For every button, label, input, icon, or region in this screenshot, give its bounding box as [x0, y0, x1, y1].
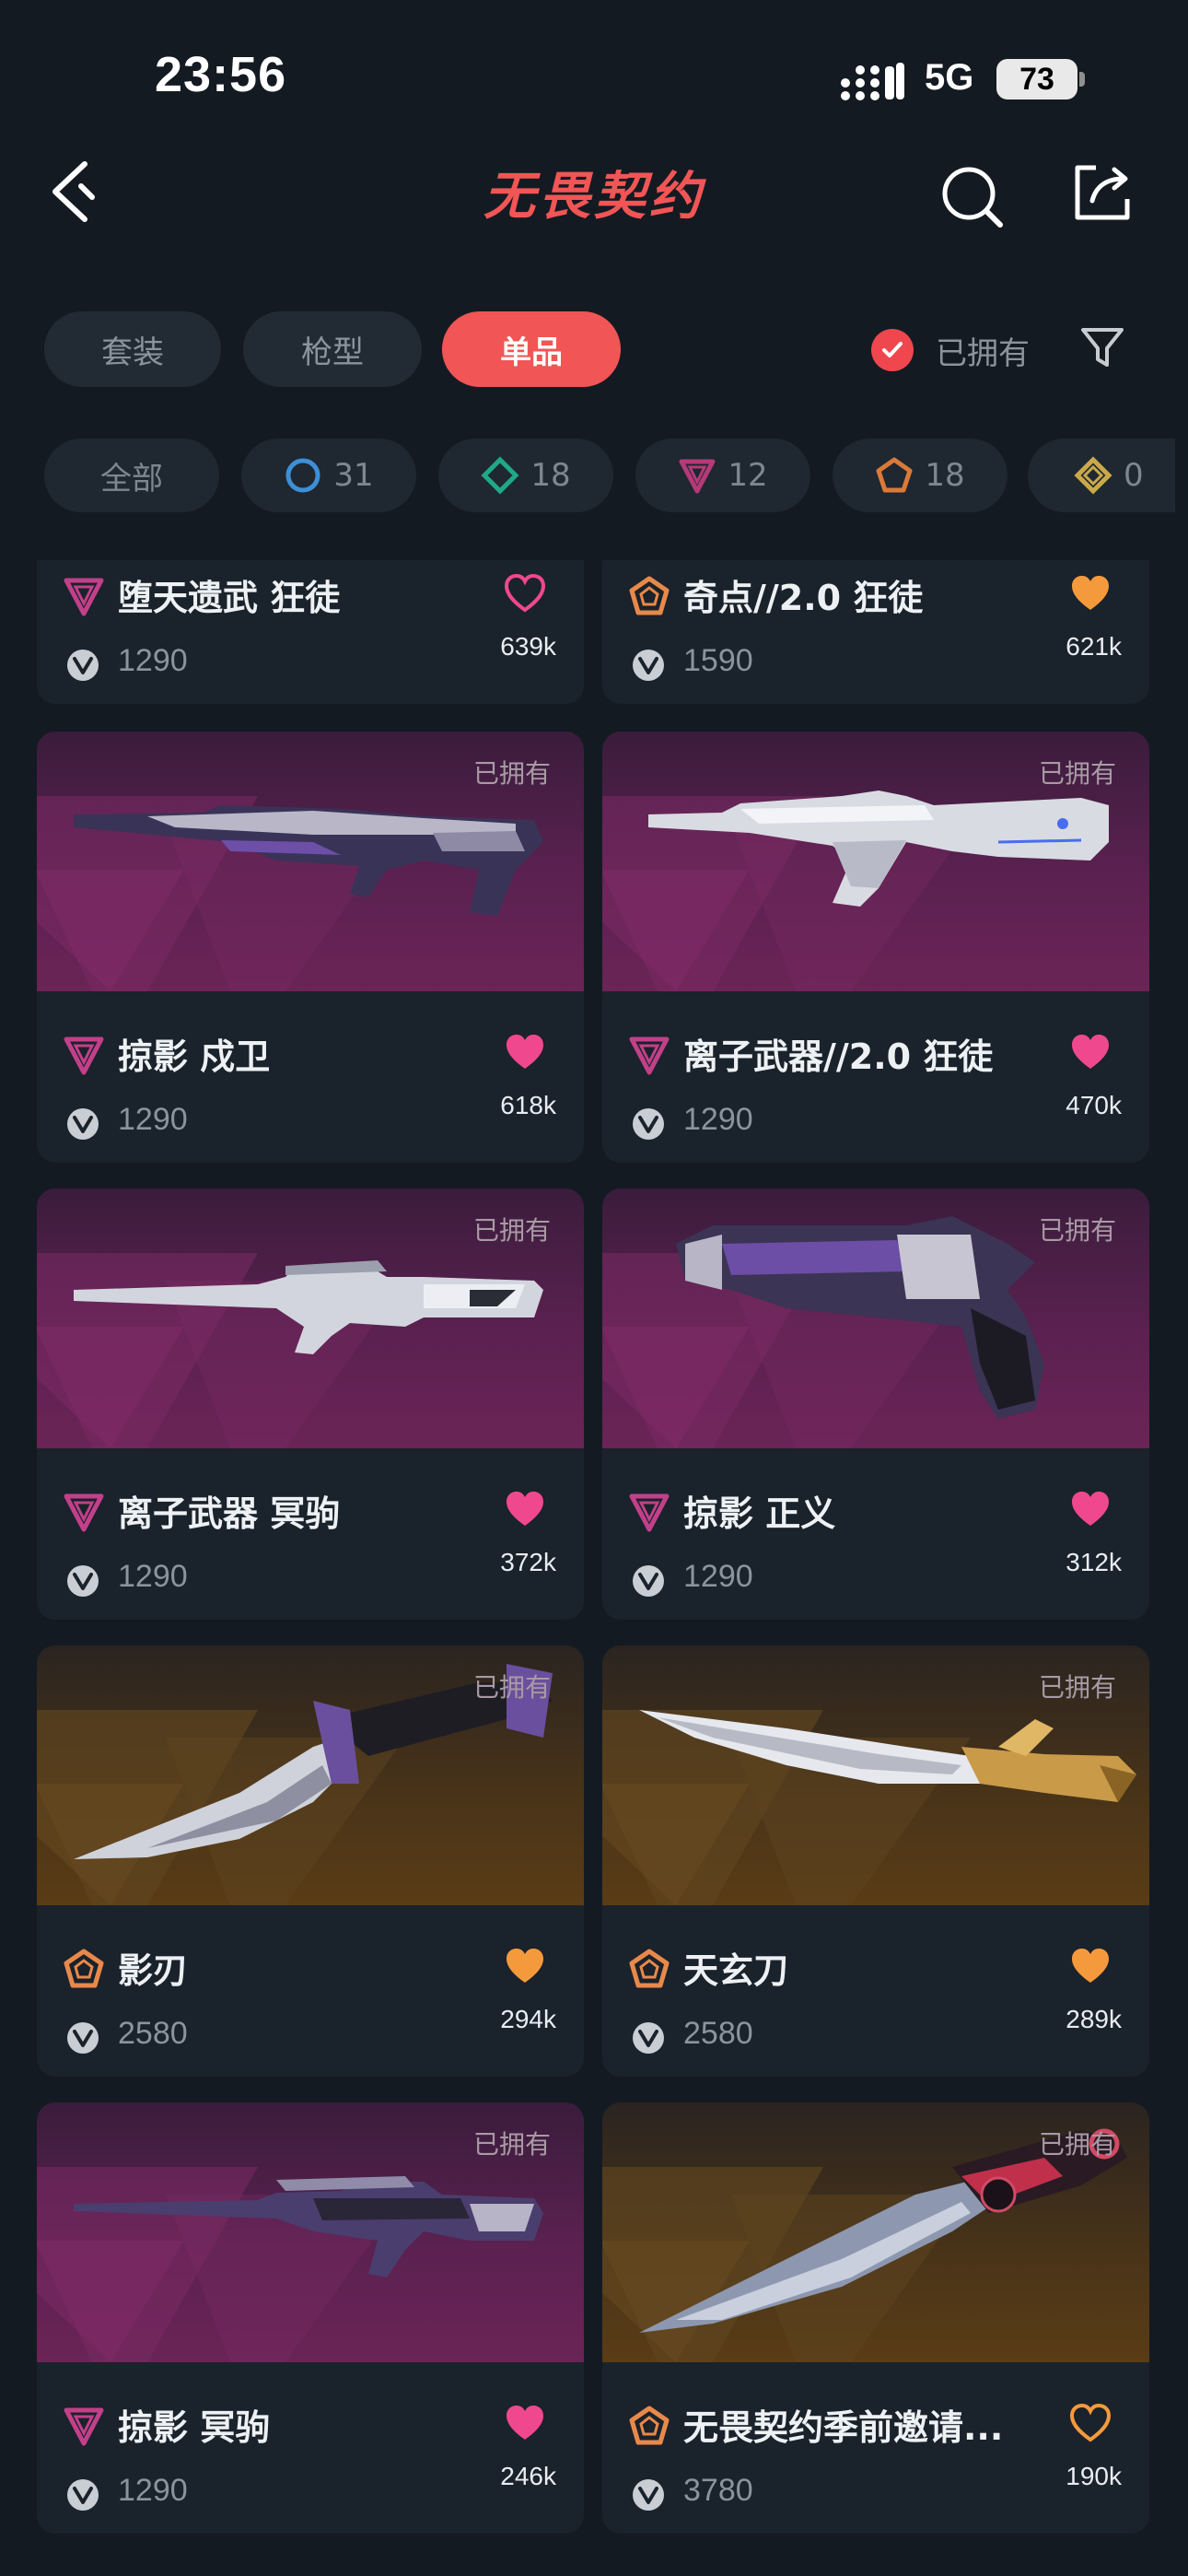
item-image: 已拥有	[602, 1645, 1149, 1905]
item-likes: 246k	[500, 2462, 556, 2490]
exclusive-tier-icon	[64, 1949, 104, 1988]
exclusive-tier-icon	[629, 576, 670, 615]
premium-tier-icon	[64, 578, 104, 616]
owned-tag: 已拥有	[1038, 2129, 1116, 2160]
heart-outline-icon[interactable]	[1068, 2403, 1112, 2443]
item-card[interactable]: 已拥有 天玄刀 2580 289k	[602, 1645, 1149, 2077]
item-likes: 312k	[1066, 1548, 1122, 1576]
item-name: 奇点//2.0 狂徒	[683, 578, 924, 618]
item-likes: 618k	[500, 1091, 556, 1119]
owned-tag: 已拥有	[472, 1672, 551, 1703]
item-likes: 294k	[500, 2005, 556, 2033]
item-card[interactable]: 奇点//2.0 狂徒 1590 621k	[602, 560, 1149, 704]
item-name: 天玄刀	[683, 1950, 789, 1991]
item-card-body: 掠影 正义 1290 312k	[602, 1448, 1149, 1620]
item-image: 已拥有	[602, 732, 1149, 991]
item-likes: 289k	[1066, 2005, 1122, 2033]
heart-filled-icon[interactable]	[503, 1032, 547, 1072]
item-card-body: 影刃 2580 294k	[37, 1905, 584, 2077]
item-card[interactable]: 已拥有 离子武器//2.0 狂徒 1290 470k	[602, 732, 1149, 1163]
item-grid: 堕天遗武 狂徒 1290 639k 奇点//2.0 狂徒 1590 621k 已…	[0, 0, 1188, 2576]
item-name: 离子武器//2.0 狂徒	[683, 1036, 994, 1077]
item-image: 已拥有	[37, 2102, 584, 2362]
heart-filled-icon[interactable]	[1068, 573, 1112, 614]
item-price: 1290	[118, 1102, 188, 1137]
item-name: 影刃	[118, 1950, 189, 1991]
premium-tier-icon	[629, 1036, 670, 1075]
exclusive-tier-icon	[629, 1949, 670, 1988]
item-card[interactable]: 已拥有 掠影 戍卫 1290 618k	[37, 732, 584, 1163]
owned-tag: 已拥有	[1038, 1672, 1116, 1703]
premium-tier-icon	[64, 1493, 104, 1532]
owned-tag: 已拥有	[1038, 758, 1116, 789]
item-likes: 190k	[1066, 2462, 1122, 2490]
item-price: 2580	[683, 2016, 753, 2051]
premium-tier-icon	[64, 2407, 104, 2446]
item-name: 堕天遗武 狂徒	[118, 578, 341, 618]
exclusive-tier-icon	[629, 2406, 670, 2445]
item-card[interactable]: 堕天遗武 狂徒 1290 639k	[37, 560, 584, 704]
item-image: 已拥有	[37, 1645, 584, 1905]
item-price: 1290	[118, 1559, 188, 1594]
item-price: 1590	[683, 643, 753, 678]
item-name: 掠影 戍卫	[118, 1036, 271, 1077]
premium-tier-icon	[64, 1036, 104, 1075]
item-card[interactable]: 已拥有 掠影 正义 1290 312k	[602, 1188, 1149, 1620]
item-card[interactable]: 已拥有 无畏契约季前邀请... 3780 190k	[602, 2102, 1149, 2534]
item-name: 离子武器 冥驹	[118, 1493, 341, 1534]
item-card[interactable]: 已拥有 掠影 冥驹 1290 246k	[37, 2102, 584, 2534]
item-card-body: 掠影 冥驹 1290 246k	[37, 2362, 584, 2534]
item-image: 已拥有	[37, 732, 584, 991]
item-card-body: 堕天遗武 狂徒 1290 639k	[37, 560, 584, 704]
heart-filled-icon[interactable]	[1068, 1946, 1112, 1986]
item-card-body: 奇点//2.0 狂徒 1590 621k	[602, 560, 1149, 704]
valorant-points-icon	[633, 2479, 664, 2511]
valorant-points-icon	[633, 2022, 664, 2054]
item-likes: 372k	[500, 1548, 556, 1576]
item-likes: 470k	[1066, 1091, 1122, 1119]
item-price: 1290	[683, 1559, 753, 1594]
item-name: 无畏契约季前邀请...	[683, 2407, 1004, 2448]
valorant-points-icon	[67, 1108, 99, 1140]
item-name: 掠影 正义	[683, 1493, 836, 1534]
heart-filled-icon[interactable]	[1068, 1032, 1112, 1072]
heart-filled-icon[interactable]	[503, 1489, 547, 1529]
item-price: 3780	[683, 2473, 753, 2508]
item-card-body: 离子武器//2.0 狂徒 1290 470k	[602, 991, 1149, 1163]
valorant-points-icon	[633, 650, 664, 681]
item-card-body: 离子武器 冥驹 1290 372k	[37, 1448, 584, 1620]
owned-tag: 已拥有	[1038, 1215, 1116, 1246]
valorant-points-icon	[633, 1565, 664, 1597]
owned-tag: 已拥有	[472, 2129, 551, 2160]
item-image: 已拥有	[37, 1188, 584, 1448]
valorant-points-icon	[67, 1565, 99, 1597]
item-card[interactable]: 已拥有 影刃 2580 294k	[37, 1645, 584, 2077]
heart-filled-icon[interactable]	[1068, 1489, 1112, 1529]
item-likes: 639k	[500, 632, 556, 661]
item-price: 1290	[118, 2473, 188, 2508]
item-image: 已拥有	[602, 2102, 1149, 2362]
item-card-body: 无畏契约季前邀请... 3780 190k	[602, 2362, 1149, 2534]
valorant-points-icon	[67, 2479, 99, 2511]
item-name: 掠影 冥驹	[118, 2407, 271, 2448]
valorant-points-icon	[67, 2022, 99, 2054]
valorant-points-icon	[67, 650, 99, 681]
premium-tier-icon	[629, 1493, 670, 1532]
item-price: 1290	[118, 643, 188, 678]
item-image: 已拥有	[602, 1188, 1149, 1448]
item-card-body: 天玄刀 2580 289k	[602, 1905, 1149, 2077]
valorant-points-icon	[633, 1108, 664, 1140]
item-price: 2580	[118, 2016, 188, 2051]
heart-filled-icon[interactable]	[503, 1946, 547, 1986]
item-likes: 621k	[1066, 632, 1122, 661]
owned-tag: 已拥有	[472, 1215, 551, 1246]
heart-outline-icon[interactable]	[503, 573, 547, 614]
owned-tag: 已拥有	[472, 758, 551, 789]
item-price: 1290	[683, 1102, 753, 1137]
heart-filled-icon[interactable]	[503, 2403, 547, 2443]
item-card-body: 掠影 戍卫 1290 618k	[37, 991, 584, 1163]
item-card[interactable]: 已拥有 离子武器 冥驹 1290 372k	[37, 1188, 584, 1620]
